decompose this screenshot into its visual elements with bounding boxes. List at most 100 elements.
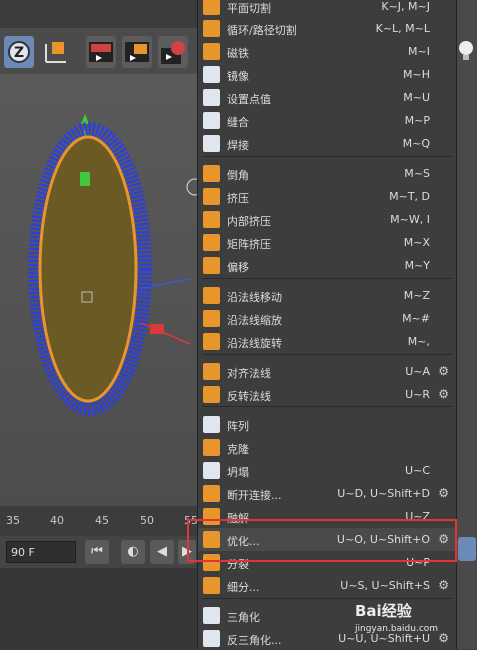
menu-item-label: 三角化 <box>227 611 260 624</box>
menu-item-shortcut: M~S <box>404 167 430 180</box>
triangulate-icon <box>203 607 220 624</box>
menu-item[interactable]: 磁铁 M~I <box>198 40 456 63</box>
menu-item-label: 坍塌 <box>227 466 249 479</box>
menu-item-shortcut: M~W, I <box>390 213 430 226</box>
menu-item[interactable]: 矩阵挤压 M~X <box>198 231 456 254</box>
menu-item[interactable]: 断开连接... U~D, U~Shift+D ⚙ <box>198 482 456 505</box>
menu-item-label: 断开连接... <box>227 489 282 502</box>
matrix-extrude-icon <box>203 234 220 251</box>
step-back-icon[interactable]: ◀ <box>150 540 174 564</box>
menu-item[interactable]: 平面切割 K~J, M~J <box>198 0 456 18</box>
render-settings-icon[interactable] <box>158 36 188 68</box>
subdivide-icon <box>203 577 220 594</box>
menu-item-label: 倒角 <box>227 169 249 182</box>
menu-item[interactable]: 沿法线旋转 M~, <box>198 330 456 353</box>
reverse-normals-icon <box>203 386 220 403</box>
menu-item-label: 镜像 <box>227 70 249 83</box>
normal-move-icon <box>203 287 220 304</box>
normal-scale-icon <box>203 310 220 327</box>
menu-item-label: 细分... <box>227 581 260 594</box>
menu-item[interactable]: 克隆 <box>198 436 456 459</box>
svg-text:Z: Z <box>14 45 24 61</box>
menu-item-label: 平面切割 <box>227 2 271 15</box>
timeline-tick: 40 <box>50 514 64 527</box>
light-bulb-icon[interactable] <box>455 36 477 76</box>
watermark-url: jingyan.baidu.com <box>355 624 439 634</box>
align-normals-icon <box>203 363 220 380</box>
end-frame-field[interactable]: 90 F <box>6 541 76 563</box>
render-view-icon[interactable] <box>86 36 116 68</box>
weld-icon <box>203 135 220 152</box>
highlight-box <box>187 519 457 562</box>
magnet-icon <box>203 43 220 60</box>
menu-item-shortcut: M~Y <box>404 259 430 272</box>
z-axis-icon[interactable]: Z <box>4 36 34 68</box>
viewport-scene <box>28 114 204 416</box>
record-icon[interactable]: ◐ <box>121 540 145 564</box>
gear-icon[interactable]: ⚙ <box>438 578 449 592</box>
menu-item-label: 缝合 <box>227 116 249 129</box>
gear-icon[interactable]: ⚙ <box>438 486 449 500</box>
menu-item-label: 克隆 <box>227 443 249 456</box>
normal-rotate-icon <box>203 333 220 350</box>
3d-viewport[interactable] <box>0 74 204 506</box>
go-to-start-icon[interactable]: ⏮ <box>85 540 109 564</box>
array-icon <box>203 416 220 433</box>
menu-item[interactable]: 细分... U~S, U~Shift+S ⚙ <box>198 574 456 597</box>
menu-item[interactable]: 挤压 M~T, D <box>198 185 456 208</box>
menu-item[interactable]: 沿法线移动 M~Z <box>198 284 456 307</box>
offset-icon <box>203 257 220 274</box>
menu-separator <box>202 354 452 355</box>
menu-item-label: 设置点值 <box>227 93 271 106</box>
menu-item-shortcut: M~Q <box>402 137 430 150</box>
menu-item-shortcut: M~H <box>403 68 430 81</box>
menu-item[interactable]: 缝合 M~P <box>198 109 456 132</box>
menu-item-label: 反三角化... <box>227 634 282 647</box>
keyframe-button[interactable] <box>458 537 476 561</box>
gear-icon[interactable]: ⚙ <box>438 387 449 401</box>
menu-item[interactable]: 沿法线缩放 M~# <box>198 307 456 330</box>
disconnect-icon <box>203 485 220 502</box>
menu-item[interactable]: 反转法线 U~R ⚙ <box>198 383 456 406</box>
menu-item-label: 焊接 <box>227 139 249 152</box>
menu-separator <box>202 156 452 157</box>
menu-separator <box>202 406 452 407</box>
menu-item-shortcut: U~S, U~Shift+S <box>340 579 430 592</box>
menu-item[interactable]: 阵列 <box>198 413 456 436</box>
menu-item[interactable]: 坍塌 U~C <box>198 459 456 482</box>
menu-item-label: 沿法线旋转 <box>227 337 282 350</box>
menu-item-shortcut: U~C <box>405 464 430 477</box>
menu-separator <box>202 598 452 599</box>
timeline-tick: 45 <box>95 514 109 527</box>
gear-icon[interactable]: ⚙ <box>438 364 449 378</box>
menu-item[interactable]: 倒角 M~S <box>198 162 456 185</box>
menu-item[interactable]: 镜像 M~H <box>198 63 456 86</box>
menu-item-shortcut: U~A <box>405 365 430 378</box>
menu-item[interactable]: 偏移 M~Y <box>198 254 456 277</box>
menu-item-label: 偏移 <box>227 261 249 274</box>
coordinate-system-icon[interactable] <box>40 36 70 68</box>
timeline-ruler[interactable]: 35 40 45 50 55 <box>0 506 200 536</box>
menu-item[interactable]: 对齐法线 U~A ⚙ <box>198 360 456 383</box>
inner-extrude-icon <box>203 211 220 228</box>
menu-item-label: 阵列 <box>227 420 249 433</box>
lower-panel <box>0 568 200 649</box>
loop-cut-icon <box>203 20 220 37</box>
menu-item-shortcut: U~R <box>405 388 430 401</box>
menu-item-label: 内部挤压 <box>227 215 271 228</box>
mirror-icon <box>203 66 220 83</box>
menu-item-label: 循环/路径切割 <box>227 24 297 37</box>
gear-icon[interactable]: ⚙ <box>438 631 449 645</box>
menu-item-shortcut: K~J, M~J <box>381 0 430 13</box>
timeline-tick: 35 <box>6 514 20 527</box>
menu-item[interactable]: 循环/路径切割 K~L, M~L <box>198 17 456 40</box>
menu-item[interactable]: 焊接 M~Q <box>198 132 456 155</box>
collapse-icon <box>203 462 220 479</box>
menu-item[interactable]: 设置点值 M~U <box>198 86 456 109</box>
render-picture-viewer-icon[interactable] <box>122 36 152 68</box>
menu-item-label: 挤压 <box>227 192 249 205</box>
menu-separator <box>202 278 452 279</box>
menu-item-shortcut: K~L, M~L <box>375 22 430 35</box>
untriangulate-icon <box>203 630 220 647</box>
menu-item[interactable]: 内部挤压 M~W, I <box>198 208 456 231</box>
